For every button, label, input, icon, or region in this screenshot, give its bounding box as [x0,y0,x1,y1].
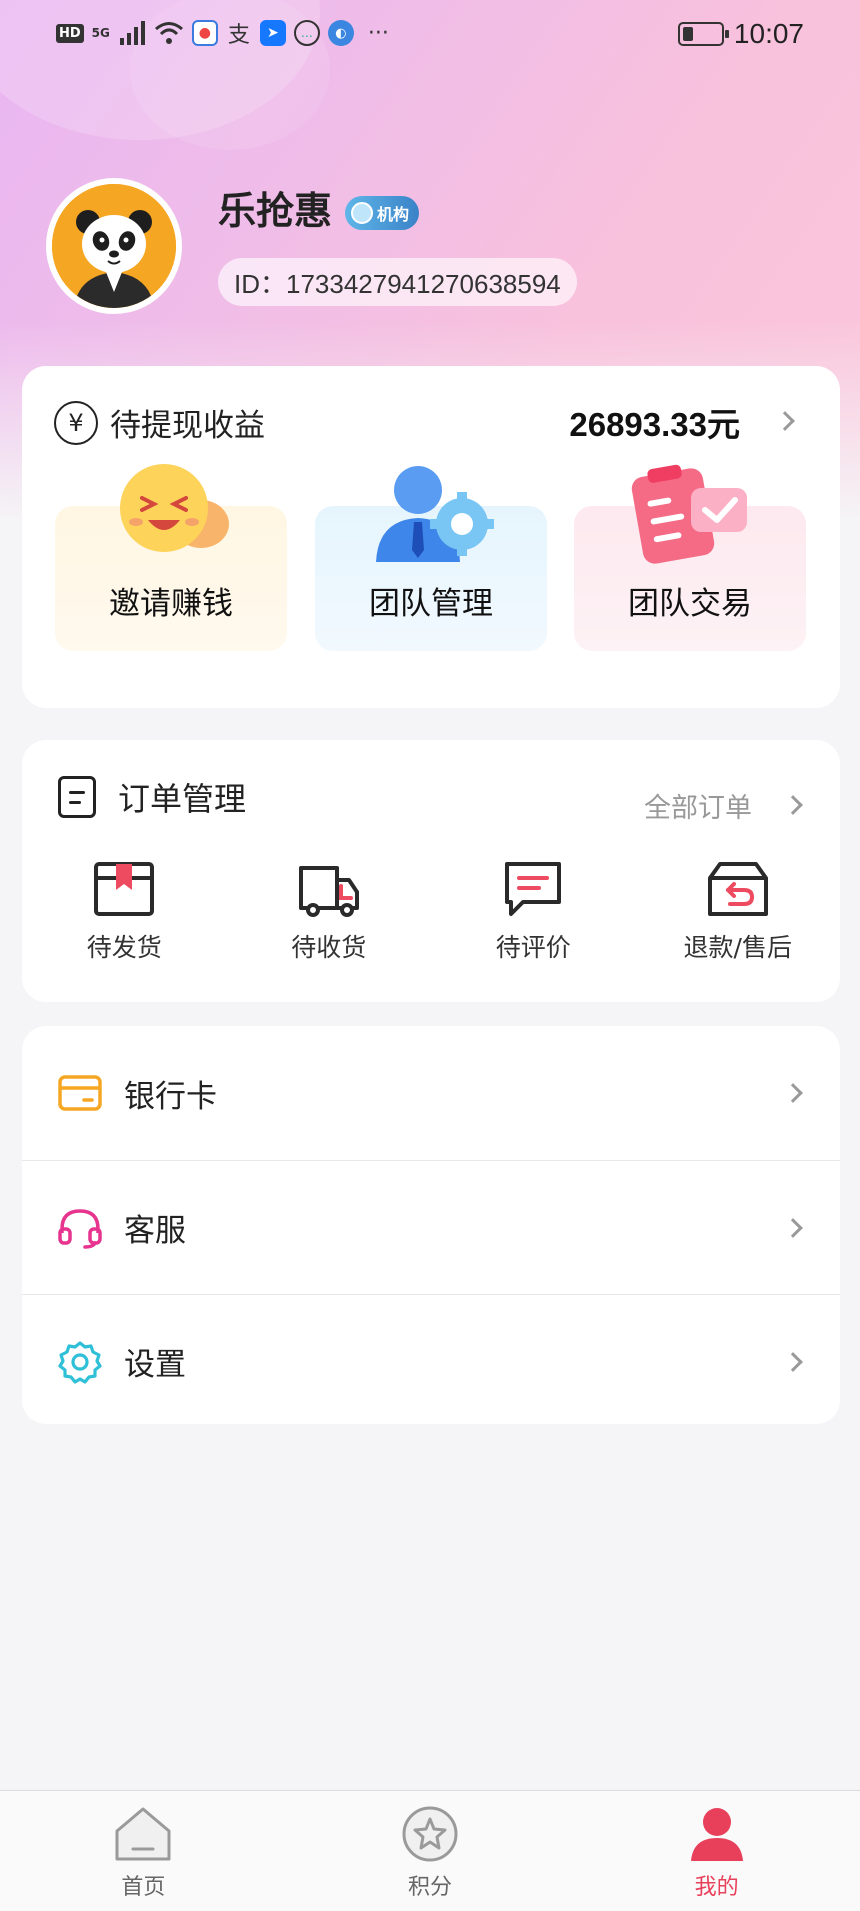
network-indicator: 5G [91,26,110,40]
earnings-title: 待提现收益 [110,408,265,444]
menu-item-settings[interactable]: 设置 [22,1294,840,1428]
menu-item-label: 设置 [124,1347,186,1383]
app-notification-icon: ● [191,20,218,46]
badge-label: 机构 [377,205,410,224]
clock: 10:07 [733,18,804,49]
earnings-card: ¥ 待提现收益 26893.33元 邀请赚钱 团队管理 团队交易 [22,366,840,708]
document-icon [58,776,96,818]
user-name: 乐抢惠 [218,189,333,233]
earnings-amount[interactable]: 26893.33元 [569,398,740,446]
browser-app-icon: ◐ [327,20,354,46]
chevron-right-icon[interactable] [783,795,803,815]
nav-points[interactable]: 积分 [287,1791,574,1911]
alipay-icon: 支 [227,23,250,48]
signal-icon [119,21,145,45]
nav-home[interactable]: 首页 [0,1791,287,1911]
order-to-receive[interactable]: 待收货 [227,860,432,964]
headset-icon [56,1204,104,1252]
menu-item-label: 客服 [124,1213,186,1249]
avatar[interactable] [46,178,182,314]
nav-mine[interactable]: 我的 [573,1791,860,1911]
bottom-nav: 首页 积分 我的 [0,1790,860,1911]
user-settings-icon [376,466,494,562]
order-card: 订单管理 全部订单 待发货 待收货 待评价 退款/售后 [22,740,840,1002]
user-id[interactable]: ID：1733427941270638594 [218,258,577,306]
order-status-row: 待发货 待收货 待评价 退款/售后 [22,860,840,964]
tile-team-trade[interactable]: 团队交易 [574,464,806,651]
tile-invite-label: 邀请赚钱 [109,586,233,622]
battery-icon [677,22,729,46]
truck-icon [298,866,359,917]
menu-card: 银行卡 客服 设置 [22,1026,840,1424]
status-bar: HD 5G ● 支 ➤ … ◐ ··· 10:07 [0,0,860,74]
menu-item-label: 银行卡 [124,1078,217,1115]
badge-icon [351,202,373,224]
order-header: 订单管理 [58,774,246,820]
order-title: 订单管理 [118,780,247,818]
card-icon [56,1069,104,1117]
order-to-ship[interactable]: 待发货 [22,860,227,964]
menu-item-customer-service[interactable]: 客服 [22,1160,840,1294]
chat-app-icon: … [293,20,320,46]
order-refund[interactable]: 退款/售后 [636,860,841,964]
all-orders-link[interactable]: 全部订单 [644,786,752,825]
earnings-header[interactable]: ¥ 待提现收益 [54,400,265,445]
menu-item-bank-card[interactable]: 银行卡 [22,1026,840,1160]
chevron-right-icon [783,1352,803,1372]
tile-team-trade-label: 团队交易 [628,586,752,622]
org-badge: 机构 [345,196,420,230]
order-to-ship-label: 待发货 [86,933,162,962]
home-icon [115,1807,171,1861]
order-to-review[interactable]: 待评价 [431,860,636,964]
nav-points-label: 积分 [408,1875,453,1900]
user-icon [690,1808,743,1861]
chevron-right-icon [783,1083,803,1103]
order-refund-label: 退款/售后 [683,933,792,962]
map-app-icon: ➤ [259,20,286,46]
nav-mine-label: 我的 [694,1875,739,1900]
chevron-right-icon[interactable] [775,411,795,431]
nav-home-label: 首页 [121,1875,166,1900]
hd-indicator: HD [56,23,84,43]
emoji-laugh-icon [120,464,229,552]
panda-avatar-icon [52,184,176,308]
tile-team-management-label: 团队管理 [369,586,493,622]
tile-invite[interactable]: 邀请赚钱 [55,464,287,651]
order-to-review-label: 待评价 [495,933,571,962]
chevron-right-icon [783,1218,803,1238]
order-to-receive-label: 待收货 [291,933,367,962]
yen-icon: ¥ [54,400,98,445]
clipboard-check-icon [631,464,747,564]
star-icon [402,1806,458,1862]
more-notifications-icon: ··· [367,20,389,46]
tile-team-management[interactable]: 团队管理 [315,466,547,651]
comment-icon [505,862,562,916]
package-icon [94,862,155,916]
gear-icon [56,1338,104,1386]
return-box-icon [707,862,768,916]
wifi-icon [154,22,183,44]
